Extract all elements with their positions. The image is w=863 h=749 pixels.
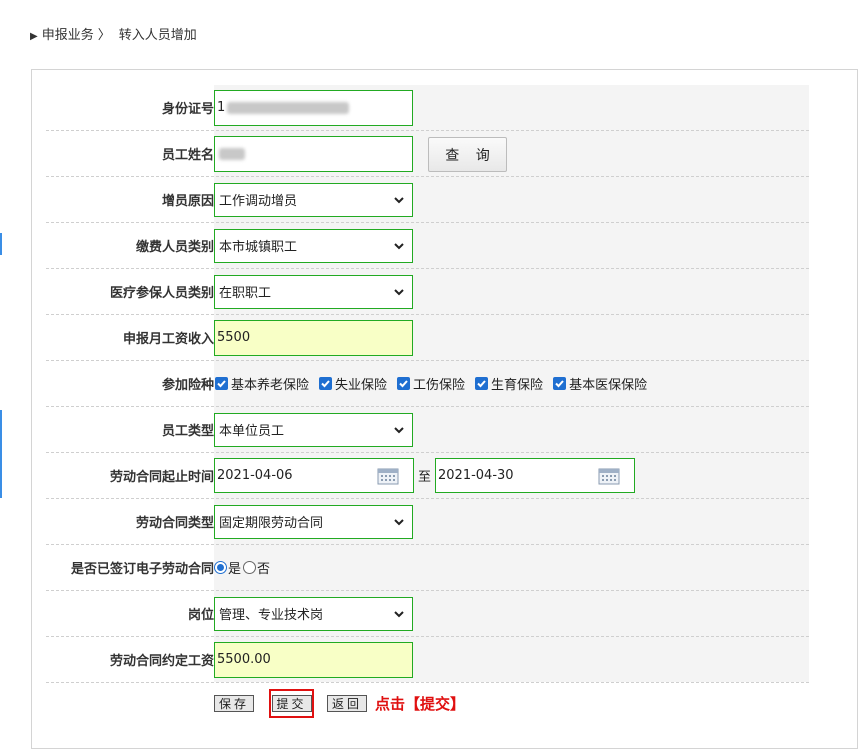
row-employee-type: 员工类型 本单位员工 (46, 407, 809, 453)
e-contract-label: 是否已签订电子劳动合同 (70, 562, 214, 577)
payer-category-value: 本市城镇职工 (219, 240, 298, 255)
checkbox-checked-icon[interactable] (319, 377, 333, 390)
medical-category-label: 医疗参保人员类别 (109, 286, 214, 301)
employee-type-select[interactable]: 本单位员工 (214, 412, 413, 447)
position-label: 岗位 (187, 608, 214, 623)
row-medical-category: 医疗参保人员类别 在职职工 (46, 269, 809, 315)
contract-type-value: 固定期限劳动合同 (219, 516, 324, 531)
medical-category-value: 在职职工 (219, 286, 272, 301)
row-id-number: 身份证号 1 (46, 85, 809, 131)
row-employee-name: 员工姓名 查 询 (46, 131, 809, 177)
query-button[interactable]: 查 询 (428, 137, 507, 172)
row-monthly-income: 申报月工资收入 5500 (46, 315, 809, 361)
row-payer-category: 缴费人员类别 本市城镇职工 (46, 223, 809, 269)
left-edge-marker (0, 233, 2, 255)
row-contract-period: 劳动合同起止时间 2021-04-06 至 2021-04-30 (46, 453, 809, 499)
insurance-option-label: 失业保险 (335, 378, 388, 393)
employee-name-input[interactable] (214, 135, 413, 172)
submit-instruction-annotation: 点击【提交】 (375, 694, 466, 713)
calendar-icon[interactable] (377, 467, 399, 485)
checkbox-checked-icon[interactable] (475, 377, 489, 390)
payer-category-label: 缴费人员类别 (135, 240, 214, 255)
medical-category-select[interactable]: 在职职工 (214, 274, 413, 309)
redacted-name-value (219, 147, 245, 160)
row-position: 岗位 管理、专业技术岗 (46, 591, 809, 637)
form-actions: 保存 提交 返回 点击【提交】 (214, 688, 466, 718)
breadcrumb-arrow-icon: ▶ (30, 30, 38, 42)
breadcrumb-parent[interactable]: 申报业务 (42, 24, 94, 43)
payer-category-select[interactable]: 本市城镇职工 (214, 228, 413, 263)
contract-end-date-input[interactable]: 2021-04-30 (435, 458, 636, 493)
contract-salary-label: 劳动合同约定工资 (109, 654, 214, 669)
left-edge-marker (0, 410, 2, 498)
contract-period-label: 劳动合同起止时间 (109, 470, 214, 485)
radio-selected-icon[interactable] (214, 561, 227, 574)
breadcrumb: ▶ 申报业务 〉 转入人员增加 (30, 24, 197, 43)
row-insurance: 参加险种 基本养老保险 失业保险 工伤保险 生育保险 基本医保保险 (46, 361, 809, 407)
row-increase-reason: 增员原因 工作调动增员 (46, 177, 809, 223)
employee-type-value: 本单位员工 (219, 424, 285, 439)
row-contract-salary: 劳动合同约定工资 5500.00 (46, 637, 809, 683)
e-contract-yes-label: 是 (228, 562, 242, 577)
row-contract-type: 劳动合同类型 固定期限劳动合同 (46, 499, 809, 545)
contract-start-date-value: 2021-04-06 (217, 468, 293, 483)
contract-salary-input[interactable]: 5500.00 (214, 641, 413, 678)
employee-name-label: 员工姓名 (161, 148, 214, 163)
id-number-label: 身份证号 (161, 102, 214, 117)
chevron-down-icon (394, 288, 404, 295)
chevron-down-icon (394, 426, 404, 433)
save-button[interactable]: 保存 (214, 694, 255, 712)
breadcrumb-current: 转入人员增加 (118, 27, 197, 43)
e-contract-no-option[interactable]: 否 (243, 558, 270, 577)
row-e-contract: 是否已签订电子劳动合同 是 否 (46, 545, 809, 591)
insurance-option-label: 生育保险 (491, 378, 544, 393)
insurance-label: 参加险种 (161, 378, 214, 393)
checkbox-checked-icon[interactable] (553, 377, 567, 390)
insurance-option[interactable]: 生育保险 (475, 374, 543, 393)
insurance-option[interactable]: 基本养老保险 (215, 374, 309, 393)
insurance-option-label: 工伤保险 (413, 378, 466, 393)
insurance-option-label: 基本养老保险 (231, 378, 310, 393)
position-value: 管理、专业技术岗 (219, 608, 324, 623)
insurance-option-label: 基本医保保险 (569, 378, 648, 393)
contract-end-date-value: 2021-04-30 (438, 468, 514, 483)
checkbox-checked-icon[interactable] (397, 377, 411, 390)
breadcrumb-separator: 〉 (97, 27, 111, 43)
checkbox-checked-icon[interactable] (215, 377, 228, 390)
increase-reason-select[interactable]: 工作调动增员 (214, 182, 413, 217)
contract-start-date-input[interactable]: 2021-04-06 (214, 458, 414, 493)
chevron-down-icon (394, 518, 404, 525)
increase-reason-value: 工作调动增员 (219, 194, 298, 209)
monthly-income-input[interactable]: 5500 (214, 319, 413, 356)
increase-reason-label: 增员原因 (161, 194, 214, 209)
insurance-option[interactable]: 基本医保保险 (553, 374, 647, 393)
e-contract-yes-option[interactable]: 是 (214, 558, 241, 577)
insurance-option[interactable]: 失业保险 (319, 374, 387, 393)
chevron-down-icon (394, 610, 404, 617)
calendar-icon[interactable] (598, 467, 620, 485)
radio-unselected-icon[interactable] (243, 561, 257, 574)
position-select[interactable]: 管理、专业技术岗 (214, 596, 413, 631)
id-number-input[interactable]: 1 (214, 89, 413, 126)
submit-highlight-box: 提交 (269, 688, 315, 718)
e-contract-no-label: 否 (257, 562, 271, 577)
submit-button[interactable]: 提交 (271, 694, 312, 712)
contract-type-select[interactable]: 固定期限劳动合同 (214, 504, 413, 539)
id-number-visible-prefix: 1 (217, 100, 226, 115)
employee-type-label: 员工类型 (161, 424, 214, 439)
back-button[interactable]: 返回 (327, 694, 368, 712)
insurance-option[interactable]: 工伤保险 (397, 374, 465, 393)
monthly-income-label: 申报月工资收入 (122, 332, 214, 347)
contract-type-label: 劳动合同类型 (135, 516, 214, 531)
date-range-separator: 至 (418, 470, 432, 485)
redacted-id-value (227, 101, 350, 114)
chevron-down-icon (394, 196, 404, 203)
chevron-down-icon (394, 242, 404, 249)
